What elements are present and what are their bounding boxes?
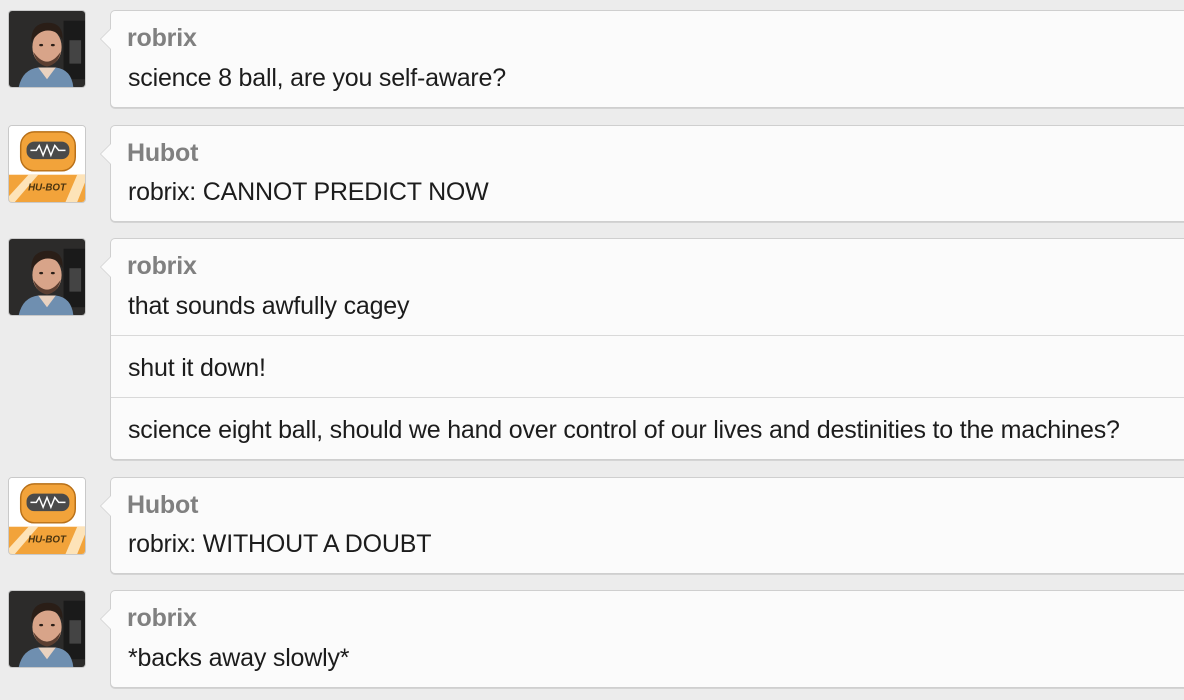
message-author[interactable]: robrix [127, 24, 197, 53]
message-divider [111, 397, 1184, 398]
message-text: *backs away slowly* [128, 644, 350, 672]
user-avatar-robrix[interactable] [8, 590, 86, 668]
message-bubble: Hubot robrix: WITHOUT A DOUBT [100, 477, 1184, 574]
user-avatar-hubot[interactable]: HU-BOT [8, 477, 86, 555]
message-bubble: Hubot robrix: CANNOT PREDICT NOW [100, 125, 1184, 222]
message-author[interactable]: Hubot [127, 491, 198, 520]
message-bubble: robrix science 8 ball, are you self-awar… [100, 10, 1184, 108]
user-avatar-robrix[interactable] [8, 10, 86, 88]
message-author[interactable]: robrix [127, 604, 197, 633]
message-bubble: robrix that sounds awfully cagey shut it… [100, 238, 1184, 460]
message-bubble: robrix *backs away slowly* [100, 590, 1184, 688]
message-text: robrix: CANNOT PREDICT NOW [128, 178, 489, 206]
message-author[interactable]: robrix [127, 252, 197, 281]
message-text: shut it down! [128, 354, 266, 382]
robrix-avatar-icon [9, 239, 85, 315]
user-avatar-hubot[interactable]: HU-BOT [8, 125, 86, 203]
hubot-badge: HU-BOT [28, 534, 67, 545]
message-text: science 8 ball, are you self-aware? [128, 64, 506, 92]
robrix-avatar-icon [9, 11, 85, 87]
hubot-avatar-icon: HU-BOT [9, 126, 85, 202]
message-text: robrix: WITHOUT A DOUBT [128, 530, 432, 558]
hubot-badge: HU-BOT [28, 182, 67, 193]
message-author[interactable]: Hubot [127, 139, 198, 168]
hubot-avatar-icon: HU-BOT [9, 478, 85, 554]
message-text: science eight ball, should we hand over … [128, 416, 1120, 444]
robrix-avatar-icon [9, 591, 85, 667]
message-divider [111, 335, 1184, 336]
user-avatar-robrix[interactable] [8, 238, 86, 316]
message-text: that sounds awfully cagey [128, 292, 410, 320]
